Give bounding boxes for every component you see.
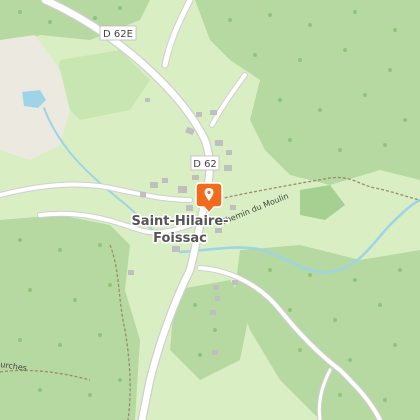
building xyxy=(178,186,187,193)
building xyxy=(172,246,180,252)
building xyxy=(226,150,232,155)
building xyxy=(210,110,217,115)
map-viewport[interactable]: D 62E D 62 Chemin du Moulin urches Saint… xyxy=(0,0,420,420)
map-canvas[interactable]: D 62E D 62 Chemin du Moulin urches Saint… xyxy=(0,0,420,420)
forest-area xyxy=(0,215,140,420)
building xyxy=(232,280,238,285)
building xyxy=(215,296,220,301)
building xyxy=(196,112,202,117)
building xyxy=(150,182,158,188)
building xyxy=(192,175,199,180)
building xyxy=(230,205,236,210)
building xyxy=(145,98,150,102)
place-name-line1: Saint-Hilaire- xyxy=(131,214,228,229)
building xyxy=(213,285,219,290)
building xyxy=(212,350,218,355)
building xyxy=(186,205,193,211)
road-label-d62e: D 62E xyxy=(103,29,133,40)
building xyxy=(162,178,168,183)
building xyxy=(140,192,146,197)
road-label-d62: D 62 xyxy=(193,159,217,170)
road-shield-d62e: D 62E xyxy=(99,25,137,41)
building xyxy=(224,165,232,171)
building xyxy=(128,270,134,275)
building xyxy=(215,140,223,146)
place-name-line2: Foissac xyxy=(153,231,207,246)
road-shield-d62: D 62 xyxy=(190,155,220,171)
building xyxy=(210,310,216,315)
